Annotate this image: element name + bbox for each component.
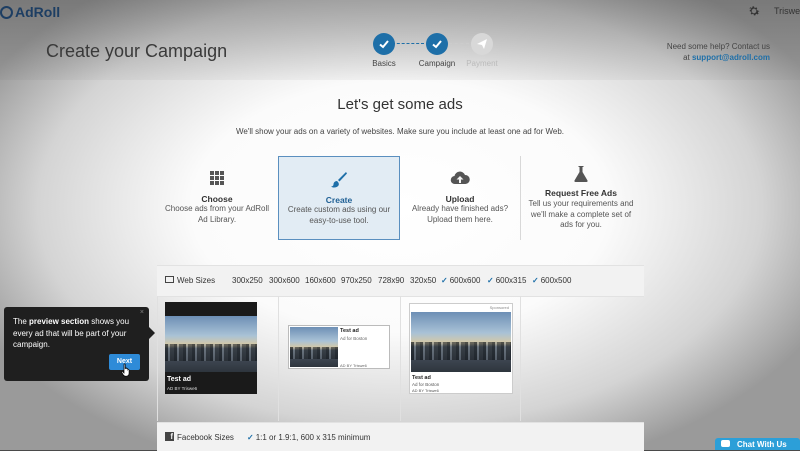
option-title: Create (325, 195, 353, 205)
size-item: 320x50 (410, 276, 437, 285)
ad-image (411, 312, 511, 372)
top-bar: AdRoll Triswe (0, 0, 800, 24)
size-item: 970x250 (341, 276, 372, 285)
ad-by: AD BY Triswe6 (412, 388, 439, 393)
help-contact: Need some help? Contact us at support@ad… (640, 41, 770, 63)
ad-image (165, 316, 257, 372)
ad-preview-600x500[interactable]: Sponsored Test ad Ad for Boston AD BY Tr… (409, 303, 513, 394)
divider (400, 296, 401, 421)
web-sizes-label: Web Sizes (177, 276, 216, 285)
size-item: 728x90 (378, 276, 405, 285)
progress-steps: Basics Campaign Payment (368, 33, 518, 73)
step-connector (392, 43, 424, 44)
step-campaign-circle[interactable] (426, 33, 448, 55)
help-at: at (683, 53, 690, 62)
chat-with-us-button[interactable]: Chat With Us (715, 438, 800, 450)
ad-subtitle: Ad for Boston (412, 382, 440, 387)
chat-label: Chat With Us (737, 440, 787, 449)
sponsored-label: Sponsored (489, 305, 509, 310)
facebook-sizes-bar: f Facebook Sizes ✓ 1:1 or 1.9:1, 600 x 31… (157, 422, 644, 451)
step-payment-label: Payment (466, 59, 498, 68)
brush-icon (331, 172, 347, 188)
check-icon: ✓ (532, 276, 539, 285)
send-icon (477, 39, 487, 49)
hand-cursor-icon (121, 363, 130, 377)
help-text: Need some help? Contact us (666, 42, 770, 51)
size-item: 300x250 (232, 276, 263, 285)
check-icon: ✓ (487, 276, 494, 285)
size-item: 300x600 (269, 276, 300, 285)
section-subtitle: We'll show your ads on a variety of webs… (235, 127, 565, 136)
support-email-link[interactable]: support@adroll.com (692, 53, 770, 62)
facebook-requirement: ✓ 1:1 or 1.9:1, 600 x 315 minimum (247, 433, 371, 442)
brand-name: AdRoll (15, 4, 61, 20)
ad-title: Test ad (412, 375, 431, 381)
option-choose[interactable]: Choose Choose ads from your AdRoll Ad Li… (157, 156, 277, 240)
divider (157, 296, 158, 421)
option-desc: Tell us your requirements and we'll make… (528, 199, 634, 229)
adroll-logo[interactable]: AdRoll (0, 4, 60, 20)
check-icon: ✓ (441, 276, 448, 285)
step-campaign-label: Campaign (418, 59, 456, 68)
section-title: Let's get some ads (337, 96, 463, 113)
grid-icon (210, 171, 224, 185)
option-title: Choose (201, 194, 233, 204)
size-item-checked: ✓ 600x315 (487, 276, 527, 285)
ad-preview-600x600[interactable]: Test ad AD BY Triswe6 (165, 302, 257, 394)
page-title: Create your Campaign (46, 41, 228, 61)
step-connector (449, 43, 469, 44)
facebook-sizes-label: Facebook Sizes (177, 433, 234, 442)
check-icon (432, 40, 442, 49)
close-icon[interactable]: × (140, 309, 144, 316)
divider (278, 296, 279, 421)
check-icon (379, 40, 389, 49)
ad-title: Test ad (340, 328, 359, 334)
size-item-checked: ✓ 600x500 (532, 276, 572, 285)
option-title: Request Free Ads (545, 188, 617, 198)
option-upload[interactable]: Upload Already have finished ads? Upload… (400, 156, 520, 240)
option-desc: Already have finished ads? Upload them h… (411, 204, 509, 224)
option-desc: Choose ads from your AdRoll Ad Library. (164, 204, 270, 224)
user-name[interactable]: Triswe (774, 6, 800, 16)
cloud-upload-icon (450, 171, 470, 185)
size-item-checked: ✓ 600x600 (441, 276, 481, 285)
web-sizes-bar: Web Sizes 300x250 300x600 160x600 970x25… (157, 265, 644, 297)
option-request-free-ads[interactable]: Request Free Ads Tell us your requiremen… (521, 156, 641, 240)
ad-subtitle: Ad for Boston (340, 336, 368, 341)
tooltip-text: The preview section shows you every ad t… (13, 317, 130, 349)
size-item: 160x600 (305, 276, 336, 285)
divider (520, 296, 521, 421)
image-icon (165, 276, 174, 283)
ad-by: AD BY Triswe6 (340, 363, 367, 368)
check-icon: ✓ (247, 433, 254, 442)
option-title: Upload (445, 194, 475, 204)
gear-icon[interactable] (747, 4, 761, 18)
ad-image (290, 327, 338, 367)
ad-by: AD BY Triswe6 (167, 386, 198, 391)
step-payment-circle (471, 33, 493, 55)
option-create[interactable]: Create Create custom ads using our easy-… (278, 156, 400, 240)
step-basics-label: Basics (372, 59, 396, 68)
step-basics-circle[interactable] (373, 33, 395, 55)
option-desc: Create custom ads using our easy-to-use … (287, 205, 391, 225)
chat-bubble-icon (721, 440, 730, 447)
ad-title: Test ad (167, 376, 191, 383)
ad-preview-600x315[interactable]: Test ad Ad for Boston AD BY Triswe6 (288, 325, 390, 369)
logo-mark-icon (0, 5, 13, 19)
facebook-icon: f (165, 432, 174, 441)
flask-icon (574, 166, 588, 182)
